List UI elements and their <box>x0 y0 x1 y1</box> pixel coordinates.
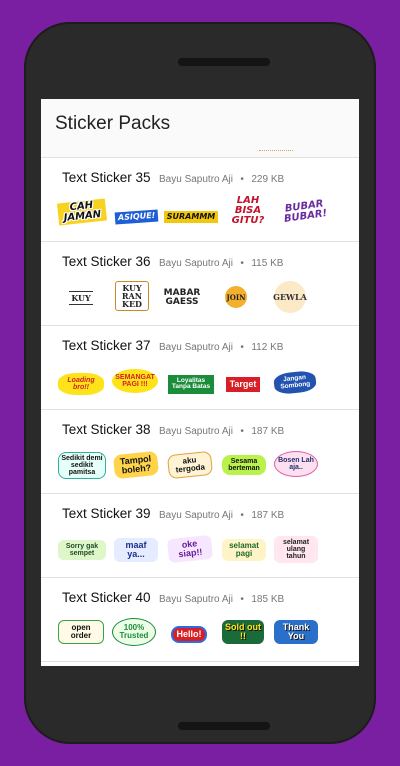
pack-name: Text Sticker 35 <box>62 170 151 185</box>
pack-size: 187 KB <box>251 510 285 521</box>
sticker-preview: aku tergoda <box>166 445 214 485</box>
sticker-preview-row: Loading bro!! SEMANGAT PAGI !!! Loyalita… <box>58 363 348 401</box>
sticker-preview: Jangan Sombong <box>273 365 317 399</box>
sticker-pack-row[interactable]: Text Sticker 37 Bayu Saputro Aji • 112 K… <box>41 326 359 410</box>
sticker-preview: maaf ya... <box>114 531 158 569</box>
sticker-preview: selamat pagi <box>222 531 266 569</box>
pack-author: Bayu Saputro Aji <box>159 342 233 353</box>
app-bar: Sticker Packs <box>41 99 359 158</box>
pack-name: Text Sticker 36 <box>62 254 151 269</box>
sticker-preview: LAH BISA GITU? <box>231 195 265 226</box>
sticker-preview: KUY RAN KED <box>115 275 149 317</box>
sticker-preview: GEWLA <box>270 277 310 317</box>
pack-size: 187 KB <box>251 426 285 437</box>
separator-dot: • <box>240 510 244 521</box>
separator-dot: • <box>240 258 244 269</box>
sticker-preview-row: KUY KUY RAN KED MABAR GAESS JOIN GEWLA <box>58 279 348 317</box>
sticker-preview: Tampol boleh? <box>112 445 160 485</box>
pack-author: Bayu Saputro Aji <box>159 258 233 269</box>
separator-dot: • <box>240 594 244 605</box>
pack-name: Text Sticker 39 <box>62 506 151 521</box>
sticker-preview: oke siap!! <box>166 529 214 569</box>
pack-header: Text Sticker 38 Bayu Saputro Aji • 187 K… <box>62 421 284 439</box>
sticker-preview: Sorry gak sempet <box>58 531 106 569</box>
separator-dot: • <box>240 426 244 437</box>
pack-size: 112 KB <box>251 342 284 353</box>
pack-header: Text Sticker 40 Bayu Saputro Aji • 185 K… <box>62 589 284 607</box>
sticker-pack-row[interactable]: Text Sticker 35 Bayu Saputro Aji • 229 K… <box>41 158 359 242</box>
sticker-preview: Sold out !! <box>222 611 264 653</box>
sticker-preview: Loading bro!! <box>58 367 104 401</box>
sticker-preview-row: Sedikit demi sedikit pamitsa Tampol bole… <box>58 447 348 485</box>
sticker-pack-row[interactable]: Text Sticker 36 Bayu Saputro Aji • 115 K… <box>41 242 359 326</box>
top-speaker <box>178 58 270 66</box>
sticker-preview: Bosen Lah aja.. <box>274 443 318 485</box>
sticker-preview: Loyalitas Tanpa Batas <box>168 367 214 401</box>
pack-header: Text Sticker 37 Bayu Saputro Aji • 112 K… <box>62 337 283 355</box>
sticker-preview: SURAMMM <box>163 200 219 234</box>
pack-header: Text Sticker 36 Bayu Saputro Aji • 115 K… <box>62 253 283 271</box>
app-screen: Sticker Packs Text Sticker 35 Bayu Saput… <box>41 99 359 666</box>
pack-name: Text Sticker 38 <box>62 422 151 437</box>
sticker-pack-row[interactable]: Text Sticker 39 Bayu Saputro Aji • 187 K… <box>41 494 359 578</box>
sticker-preview-row: Sorry gak sempet maaf ya... oke siap!! s… <box>58 531 348 569</box>
sticker-preview: Thank You <box>274 611 318 653</box>
pack-header: Text Sticker 35 Bayu Saputro Aji • 229 K… <box>62 169 284 187</box>
sticker-preview: MABAR GAESS <box>163 288 201 307</box>
sticker-preview: SEMANGAT PAGI !!! <box>112 361 158 401</box>
sticker-preview: BUBAR BUBAR! <box>283 198 328 225</box>
pack-name: Text Sticker 37 <box>62 338 151 353</box>
sticker-preview: JOIN <box>218 277 254 317</box>
page-title: Sticker Packs <box>55 113 171 134</box>
pack-author: Bayu Saputro Aji <box>159 510 233 521</box>
pack-name: Text Sticker 40 <box>62 590 151 605</box>
sticker-preview: open order <box>58 611 104 653</box>
sticker-preview: Hello! <box>166 615 212 653</box>
sticker-preview: Sedikit demi sedikit pamitsa <box>58 445 106 485</box>
appbar-decoration <box>259 149 293 151</box>
pack-header: Text Sticker 39 Bayu Saputro Aji • 187 K… <box>62 505 284 523</box>
sticker-preview: CAH JAMAN <box>56 195 108 229</box>
sticker-preview: KUY <box>69 291 93 305</box>
sticker-pack-row[interactable]: Text Sticker 40 Bayu Saputro Aji • 185 K… <box>41 578 359 662</box>
sticker-preview: Sesama berteman <box>222 445 266 485</box>
pack-size: 229 KB <box>251 174 285 185</box>
bottom-speaker <box>178 722 270 730</box>
separator-dot: • <box>240 342 244 353</box>
pack-size: 185 KB <box>251 594 285 605</box>
sticker-preview: Target <box>222 367 264 401</box>
sticker-preview: selamat ulang tahun <box>274 529 318 569</box>
pack-size: 115 KB <box>251 258 284 269</box>
sticker-preview: 100% Trusted <box>112 611 156 653</box>
pack-author: Bayu Saputro Aji <box>159 594 233 605</box>
sticker-pack-row[interactable]: Text Sticker 38 Bayu Saputro Aji • 187 K… <box>41 410 359 494</box>
separator-dot: • <box>240 174 244 185</box>
pack-author: Bayu Saputro Aji <box>159 426 233 437</box>
sticker-preview-row: open order 100% Trusted Hello! Sold out … <box>58 615 348 653</box>
sticker-preview: ASIQUE! <box>114 200 160 234</box>
sticker-preview-row: CAH JAMAN ASIQUE! SURAMMM LAH BISA GITU?… <box>56 195 348 234</box>
pack-author: Bayu Saputro Aji <box>159 174 233 185</box>
